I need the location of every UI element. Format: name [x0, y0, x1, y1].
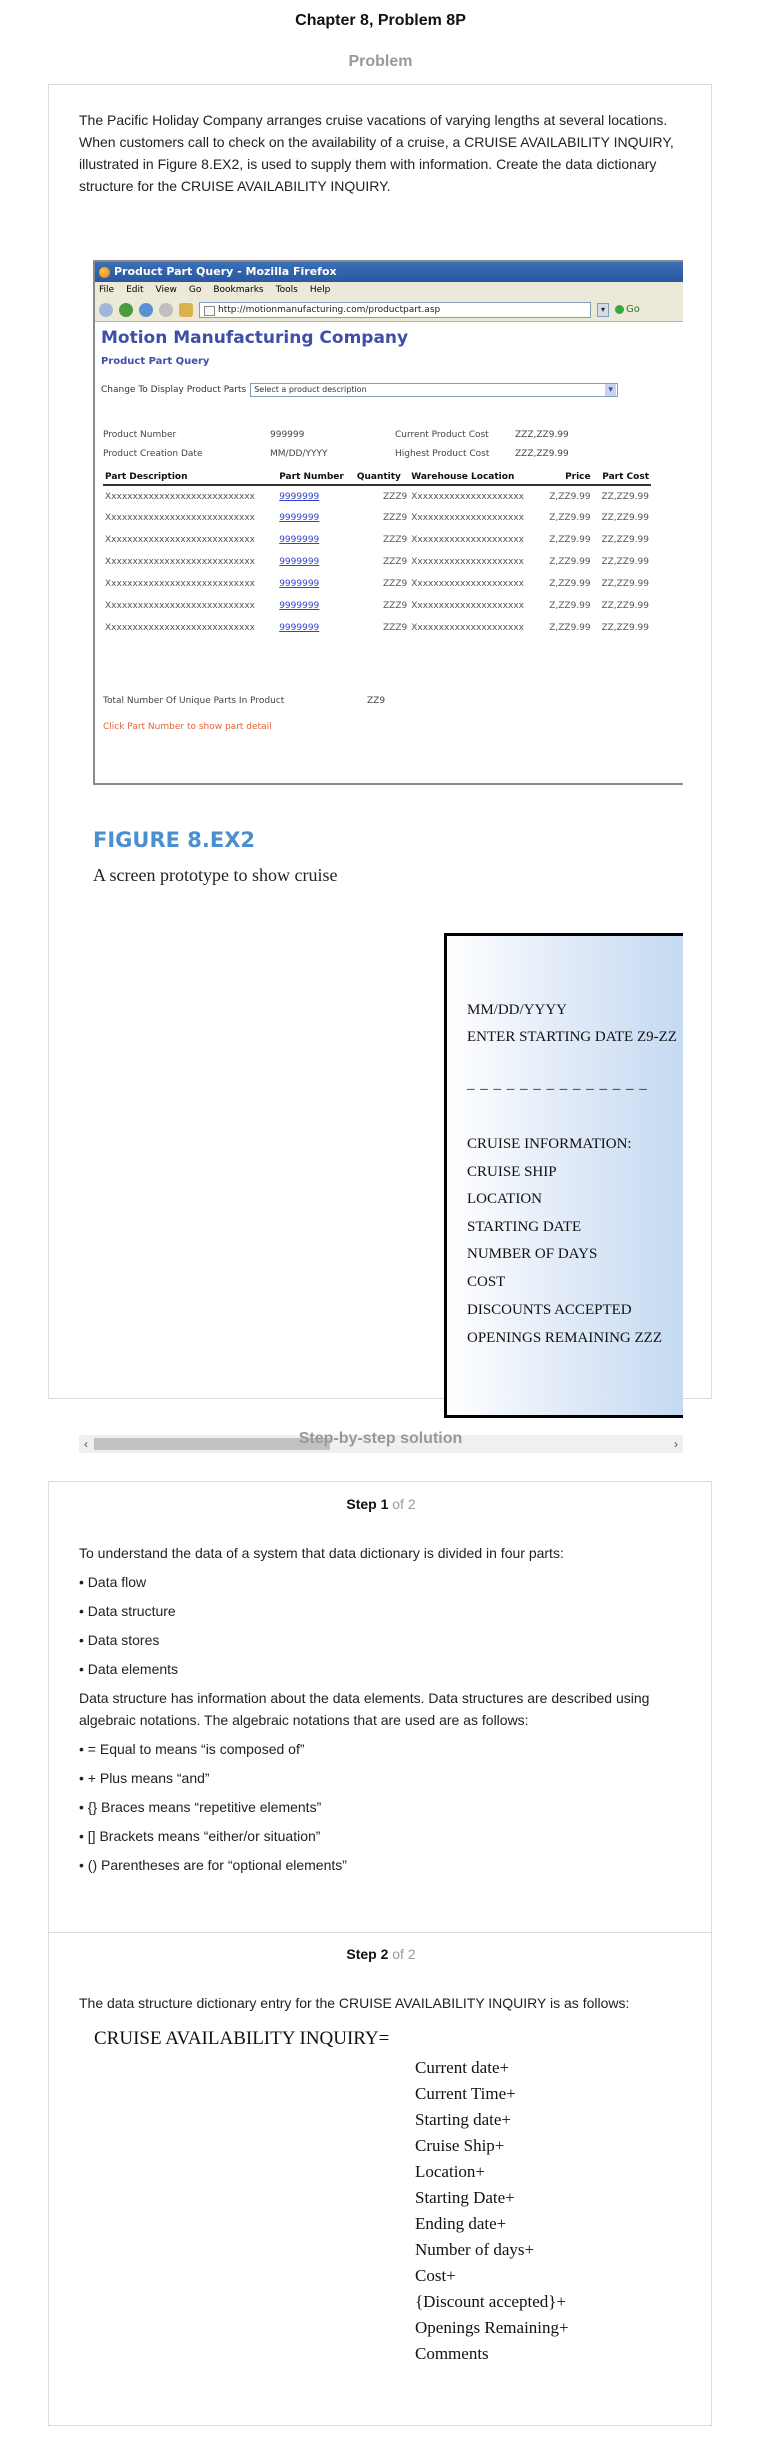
structure-element: Starting date+: [415, 2110, 511, 2129]
step1-line: • Data elements: [79, 1661, 179, 1677]
step1-line: • = Equal to means “is composed of”: [79, 1741, 305, 1757]
proto-line: STARTING DATE: [467, 1219, 582, 1235]
step1-line: Data structure has information about the…: [79, 1690, 650, 1728]
step1-line: To understand the data of a system that …: [79, 1545, 564, 1561]
step1-line: • {} Braces means “repetitive elements”: [79, 1799, 322, 1815]
structure-element: Cruise Ship+: [415, 2136, 505, 2155]
structure-element: Starting Date+: [415, 2188, 515, 2207]
cruise-inquiry-title: CRUISE AVAILABILITY INQUIRY=: [94, 2028, 390, 2049]
step1-title: Step 1: [346, 1496, 389, 1512]
structure-element: {Discount accepted}+: [415, 2292, 566, 2311]
structure-element: Location+: [415, 2162, 486, 2181]
step1-line: • Data stores: [79, 1632, 160, 1648]
step1-line: • () Parentheses are for “optional eleme…: [79, 1857, 347, 1873]
proto-dashes: _ _ _ _ _ _ _ _ _ _ _ _ _ _: [467, 1076, 648, 1092]
prototype-viewport: MM/DD/YYYY ENTER STARTING DATE Z9-ZZ _ _…: [79, 260, 683, 1420]
step2-count: of 2: [388, 1946, 416, 1962]
step1-line: • + Plus means “and”: [79, 1770, 210, 1786]
solution-card: Step 1 of 2 To understand the data of a …: [48, 1481, 712, 2426]
proto-info-heading: CRUISE INFORMATION:: [467, 1136, 632, 1152]
problem-text: The Pacific Holiday Company arranges cru…: [79, 112, 674, 194]
step1-line: • Data flow: [79, 1574, 147, 1590]
proto-line: NUMBER OF DAYS: [467, 1246, 598, 1262]
proto-line: LOCATION: [467, 1191, 542, 1207]
step1-body: To understand the data of a system that …: [79, 1542, 679, 1883]
problem-card: The Pacific Holiday Company arranges cru…: [48, 84, 712, 1453]
step1-line: • [] Brackets means “either/or situation…: [79, 1828, 321, 1844]
proto-line: DISCOUNTS ACCEPTED: [467, 1302, 632, 1318]
step2-intro: The data structure dictionary entry for …: [79, 1995, 630, 2011]
step2-title: Step 2: [346, 1946, 389, 1962]
page-title: Chapter 8, Problem 8P: [295, 12, 466, 29]
cruise-prototype-screen: MM/DD/YYYY ENTER STARTING DATE Z9-ZZ _ _…: [444, 933, 683, 1418]
proto-date: MM/DD/YYYY: [467, 1002, 568, 1018]
proto-enter-prompt: ENTER STARTING DATE Z9-ZZ: [467, 1029, 677, 1045]
step1-count: of 2: [388, 1496, 416, 1512]
structure-element: Ending date+: [415, 2214, 507, 2233]
proto-line: CRUISE SHIP: [467, 1164, 557, 1180]
step-divider: [49, 1932, 711, 1933]
cruise-inquiry-elements: Current date+ Current Time+ Starting dat…: [415, 2055, 569, 2367]
step1-heading: Step 1 of 2: [49, 1496, 713, 1512]
structure-element: Current Time+: [415, 2084, 516, 2103]
structure-element: Cost+: [415, 2266, 456, 2285]
proto-line: COST: [467, 1274, 506, 1290]
structure-element: Comments: [415, 2344, 489, 2363]
solution-label: Step-by-step solution: [298, 1430, 463, 1447]
proto-line: OPENINGS REMAINING ZZZ: [467, 1330, 662, 1346]
structure-element: Openings Remaining+: [415, 2318, 569, 2337]
structure-element: Number of days+: [415, 2240, 535, 2259]
step1-line: • Data structure: [79, 1603, 176, 1619]
structure-element: Current date+: [415, 2058, 510, 2077]
step2-heading: Step 2 of 2: [49, 1946, 713, 1962]
problem-label: Problem: [348, 53, 413, 70]
